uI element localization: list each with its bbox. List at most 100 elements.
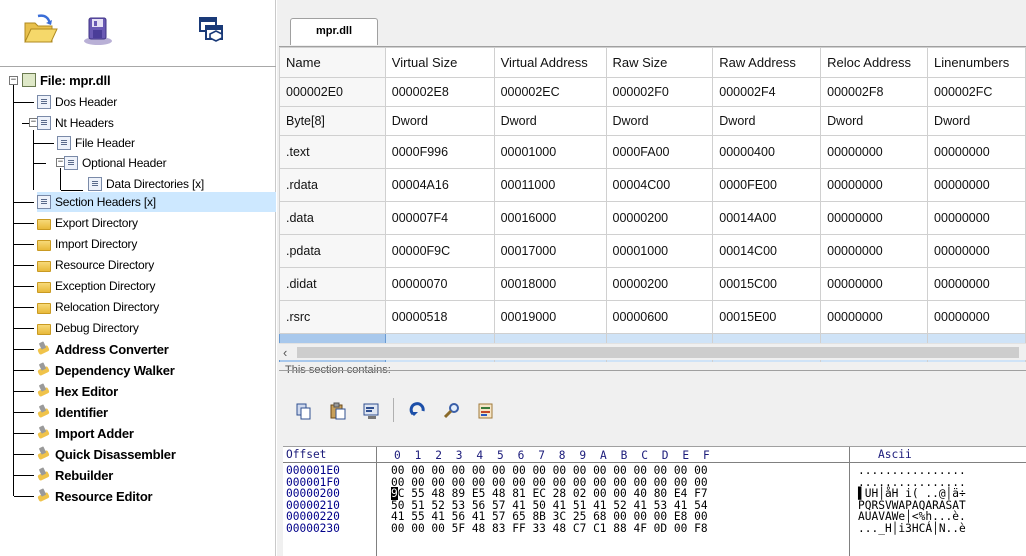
hex-bytes[interactable]: 00 00 00 5F 48 83 FF 33 48 C7 C1 88 4F 0… xyxy=(391,522,708,533)
save-disk-icon[interactable] xyxy=(80,14,116,48)
scroll-thumb[interactable] xyxy=(297,347,1019,358)
tree-item-debug-directory[interactable]: Debug Directory xyxy=(37,318,139,338)
grid-cell[interactable]: 00015C00 xyxy=(712,267,822,301)
paste-icon[interactable] xyxy=(327,400,349,422)
tree-item-export-directory[interactable]: Export Directory xyxy=(37,213,138,233)
grid-cell[interactable]: 00000000 xyxy=(927,300,1026,334)
grid-cell[interactable]: Dword xyxy=(493,106,607,136)
grid-cell[interactable]: 000002FC xyxy=(927,77,1026,107)
grid-cell[interactable]: Virtual Address xyxy=(493,47,607,78)
hex-ascii[interactable]: ..._H│i3HCÁ│N..è xyxy=(858,522,966,533)
hex-ascii[interactable]: PQRSVWAPAQARASAT xyxy=(858,499,966,510)
grid-cell[interactable]: 00019000 xyxy=(493,300,607,334)
grid-cell[interactable]: 000002EC xyxy=(493,77,607,107)
grid-section-row[interactable]: .pdata 00000F9C 00017000 00001000 00014C00 00… xyxy=(279,234,1026,268)
grid-cell[interactable]: Dword xyxy=(712,106,822,136)
options-icon[interactable] xyxy=(475,400,497,422)
scroll-left-icon[interactable]: ‹ xyxy=(283,344,287,361)
grid-cell[interactable]: 00014A00 xyxy=(712,201,822,235)
hex-bytes[interactable]: 00 00 00 00 00 00 00 00 00 00 00 00 00 0… xyxy=(391,476,708,487)
grid-cell[interactable]: Linenumbers xyxy=(927,47,1026,78)
grid-cell[interactable]: 00000000 xyxy=(927,168,1026,202)
grid-cell[interactable]: 00004C00 xyxy=(605,168,714,202)
grid-cell[interactable]: 000002F8 xyxy=(820,77,929,107)
grid-cell[interactable]: 00000400 xyxy=(712,135,822,169)
grid-cell[interactable]: .text xyxy=(279,135,386,169)
tree-item-nt-headers[interactable]: Nt Headers xyxy=(37,113,114,133)
grid-cell[interactable]: 00001000 xyxy=(493,135,607,169)
grid-cell[interactable]: Dword xyxy=(384,106,495,136)
grid-cell[interactable]: 0000F996 xyxy=(384,135,495,169)
copy-icon[interactable] xyxy=(293,400,315,422)
grid-section-row[interactable]: .rsrc 00000518 00019000 00000600 00015E00 000… xyxy=(279,300,1026,334)
grid-cell[interactable]: 000002E0 xyxy=(279,77,386,107)
tree-item-exception-directory[interactable]: Exception Directory xyxy=(37,276,155,296)
grid-cell[interactable]: 00000600 xyxy=(605,300,714,334)
grid-cell[interactable]: 00011000 xyxy=(493,168,607,202)
grid-cell[interactable]: .didat xyxy=(279,267,386,301)
grid-cell[interactable]: 00000070 xyxy=(384,267,495,301)
tool-import-adder[interactable]: Import Adder xyxy=(37,423,134,443)
grid-cell[interactable]: 00000000 xyxy=(820,234,929,268)
grid-cell[interactable]: .pdata xyxy=(279,234,386,268)
tree-item-section-headers[interactable]: Section Headers [x] xyxy=(37,192,276,212)
grid-cell[interactable]: 00000000 xyxy=(820,135,929,169)
tree-item-file-header[interactable]: File Header xyxy=(57,133,135,153)
grid-type-row[interactable]: Byte[8] Dword Dword Dword Dword Dword Dword xyxy=(279,106,1026,136)
hex-row[interactable]: 000001F0 00 00 00 00 00 00 00 00 00 00 00… xyxy=(283,476,1026,487)
grid-cell[interactable]: Byte[8] xyxy=(279,106,386,136)
grid-cell[interactable]: 00000000 xyxy=(927,135,1026,169)
grid-cell[interactable]: 00015E00 xyxy=(712,300,822,334)
grid-cell[interactable]: Dword xyxy=(820,106,929,136)
grid-cell[interactable]: 00000200 xyxy=(605,201,714,235)
grid-cell[interactable]: 00000200 xyxy=(605,267,714,301)
hex-row[interactable]: 00000210 50 51 52 53 56 57 41 50 41 51 41… xyxy=(283,499,1026,510)
properties-icon[interactable] xyxy=(361,400,383,422)
grid-cell[interactable]: 00014C00 xyxy=(712,234,822,268)
tool-address-converter[interactable]: Address Converter xyxy=(37,339,169,359)
tree-item-relocation-directory[interactable]: Relocation Directory xyxy=(37,297,159,317)
grid-cell[interactable]: 000007F4 xyxy=(384,201,495,235)
grid-header-row[interactable]: Name Virtual Size Virtual Address Raw Size R… xyxy=(279,47,1026,78)
tree-item-import-directory[interactable]: Import Directory xyxy=(37,234,137,254)
grid-cell[interactable]: Raw Address xyxy=(712,47,822,78)
tool-dependency-walker[interactable]: Dependency Walker xyxy=(37,360,175,380)
hex-bytes[interactable]: 9C 55 48 89 E5 48 81 EC 28 02 00 00 40 8… xyxy=(391,487,708,500)
grid-cell[interactable]: 000002F0 xyxy=(605,77,714,107)
grid-cell[interactable]: 00000F9C xyxy=(384,234,495,268)
hex-row[interactable]: 00000200 9C 55 48 89 E5 48 81 EC 28 02 00… xyxy=(283,487,1026,500)
tool-hex-editor[interactable]: Hex Editor xyxy=(37,381,118,401)
grid-cell[interactable]: 00000000 xyxy=(820,201,929,235)
grid-cell[interactable]: Name xyxy=(279,47,386,78)
grid-cell[interactable]: 00018000 xyxy=(493,267,607,301)
grid-cell[interactable]: Virtual Size xyxy=(384,47,495,78)
tree-item-data-directories[interactable]: Data Directories [x] xyxy=(88,174,204,194)
windows-icon[interactable] xyxy=(196,14,232,48)
tool-resource-editor[interactable]: Resource Editor xyxy=(37,486,153,506)
grid-cell[interactable]: 00000000 xyxy=(820,300,929,334)
grid-cell[interactable]: Dword xyxy=(605,106,714,136)
grid-cell[interactable]: .rdata xyxy=(279,168,386,202)
grid-section-row[interactable]: .didat 00000070 00018000 00000200 00015C00 00… xyxy=(279,267,1026,301)
grid-cell[interactable]: 00000000 xyxy=(927,267,1026,301)
hex-ascii[interactable]: ................ xyxy=(858,476,966,487)
tree-item-resource-directory[interactable]: Resource Directory xyxy=(37,255,154,275)
grid-cell[interactable]: 000002F4 xyxy=(712,77,822,107)
tree-item-dos-header[interactable]: Dos Header xyxy=(37,92,117,112)
hex-ascii[interactable]: ................ xyxy=(858,465,966,476)
grid-cell[interactable]: 00000518 xyxy=(384,300,495,334)
open-folder-icon[interactable] xyxy=(22,14,58,48)
grid-cell[interactable]: 0000FE00 xyxy=(712,168,822,202)
tool-identifier[interactable]: Identifier xyxy=(37,402,108,422)
grid-cell[interactable]: Raw Size xyxy=(605,47,714,78)
hex-ascii[interactable]: AUAVAWe│<%h...è. xyxy=(858,511,966,522)
grid-cell[interactable]: 00000000 xyxy=(927,234,1026,268)
grid-section-row[interactable]: .text 0000F996 00001000 0000FA00 00000400 000… xyxy=(279,135,1026,169)
horizontal-scrollbar[interactable]: ‹ xyxy=(279,343,1026,360)
grid-cell[interactable]: 00017000 xyxy=(493,234,607,268)
hex-ascii[interactable]: ▌UH│åH i( ..@│ä÷ xyxy=(858,488,966,499)
tree-root-file[interactable]: File: mpr.dll xyxy=(22,70,111,90)
grid-cell[interactable]: 000002E8 xyxy=(384,77,495,107)
hex-row[interactable]: 00000220 41 55 41 56 41 57 65 8B 3C 25 68… xyxy=(283,511,1026,522)
hex-row[interactable]: 00000230 00 00 00 5F 48 83 FF 33 48 C7 C1… xyxy=(283,522,1026,533)
